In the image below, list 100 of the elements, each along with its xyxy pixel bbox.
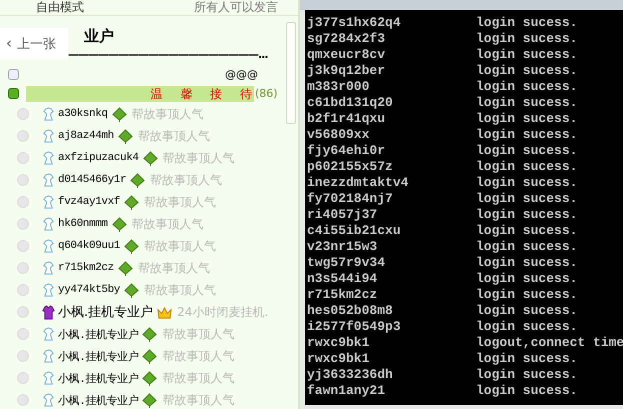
member-status: 帮故事顶人气	[144, 194, 216, 210]
channel-name: 业户	[84, 27, 114, 45]
collapse-icon[interactable]	[8, 88, 19, 99]
member-status: 24小时闭麦挂机.	[177, 304, 268, 320]
member-status: 帮故事顶人气	[162, 150, 235, 166]
scrollbar[interactable]	[286, 22, 296, 124]
person-icon	[42, 260, 55, 276]
member-name[interactable]: 小枫.挂机专业户	[58, 370, 138, 386]
mode-label[interactable]: 自由模式	[36, 1, 84, 14]
radio-icon[interactable]	[17, 174, 29, 186]
person-icon	[42, 128, 55, 144]
member-status: 帮故事顶人气	[144, 238, 216, 254]
leaf-icon	[142, 370, 158, 386]
member-name[interactable]: 小枫.挂机专业户	[58, 392, 138, 408]
permission-label: 所有人可以发言	[194, 1, 278, 14]
member-name[interactable]: aj8az44mh	[58, 130, 114, 142]
radio-icon[interactable]	[17, 108, 29, 120]
person-icon	[42, 216, 55, 232]
radio-icon[interactable]	[17, 262, 29, 274]
console-user: sg7284x2f3	[306, 31, 386, 47]
console-user: twg57r9v34	[306, 255, 386, 271]
member-status: 帮故事顶人气	[132, 106, 204, 122]
console-message: login sucess.	[476, 143, 578, 159]
member-status: 帮故事顶人气	[144, 282, 216, 298]
console-message: login sucess.	[476, 15, 578, 31]
radio-icon[interactable]	[17, 196, 29, 208]
member-name[interactable]: 小枫.挂机专业户	[58, 326, 138, 342]
console-user: yj3633236dh	[306, 367, 394, 383]
group-count: (86)	[255, 87, 278, 100]
previous-button[interactable]: ‹ 上一张	[0, 28, 68, 58]
console-user: c61bd131q20	[306, 95, 394, 111]
radio-icon[interactable]	[17, 284, 29, 296]
console-user: j3k9q12ber	[306, 63, 386, 79]
member-status: 帮故事顶人气	[150, 172, 222, 188]
member-name[interactable]: fvz4ay1vxf	[58, 196, 120, 208]
leaf-icon	[124, 238, 140, 254]
console-user: hes052b08m8	[306, 303, 394, 319]
console-message: login sucess.	[476, 127, 578, 143]
console-message: login sucess.	[476, 191, 578, 207]
console-user: ri4057j37	[306, 207, 378, 223]
member-name[interactable]: 小枫.挂机专业户	[58, 348, 138, 364]
radio-icon[interactable]	[17, 218, 29, 230]
console-user: fawn1any21	[306, 383, 386, 399]
leaf-icon	[112, 106, 127, 122]
console-user: rwxc9bk1	[306, 351, 370, 367]
radio-icon[interactable]	[17, 394, 29, 406]
member-status: 帮故事顶人气	[132, 216, 204, 232]
member-status: 帮故事顶人气	[162, 392, 234, 408]
console-message: login sucess.	[476, 287, 578, 303]
console-user: v56809xx	[306, 127, 370, 143]
radio-icon[interactable]	[17, 306, 29, 318]
leaf-icon	[124, 194, 140, 210]
member-status: 帮故事顶人气	[162, 326, 234, 342]
leaf-icon	[142, 348, 158, 364]
console-message: login sucess.	[476, 175, 578, 191]
console-user: b2f1r41qxu	[306, 111, 386, 127]
console-message: login sucess.	[476, 207, 578, 223]
leaf-icon	[112, 216, 127, 232]
radio-icon[interactable]	[17, 372, 29, 384]
console-message: login sucess.	[476, 79, 578, 95]
person-icon	[42, 282, 55, 298]
member-name[interactable]: yy474kt5by	[58, 284, 120, 296]
member-name[interactable]: a30ksnkq	[58, 108, 108, 120]
member-name[interactable]: q604k09uu1	[58, 240, 120, 252]
member-status: 帮故事顶人气	[162, 370, 234, 386]
console-user: inezzdmtaktv4	[306, 175, 410, 191]
console-message: login sucess.	[476, 47, 578, 63]
console-user: fjy64ehi0r	[306, 143, 386, 159]
member-name[interactable]: hk60nmmm	[58, 218, 108, 230]
radio-icon[interactable]	[17, 130, 29, 142]
console-user: v23nr15w3	[306, 239, 378, 255]
member-status: 帮故事顶人气	[138, 260, 210, 276]
toggle-icon[interactable]	[8, 68, 19, 80]
console-message: login sucess.	[476, 303, 578, 319]
console-message: login sucess.	[476, 383, 578, 399]
member-name[interactable]: axfzipuzacuk4	[58, 152, 139, 164]
person-icon	[42, 106, 55, 122]
console-user: qmxeucr8cv	[306, 47, 386, 63]
console-user: n3s544i94	[306, 271, 378, 287]
channel-tag: @@@	[225, 68, 258, 80]
member-name[interactable]: d0145466y1r	[58, 174, 126, 186]
console-message: login sucess.	[476, 367, 578, 383]
radio-icon[interactable]	[17, 350, 29, 362]
member-name[interactable]: 小枫.挂机专业户	[58, 303, 154, 321]
person-icon	[42, 172, 55, 188]
leaf-icon	[118, 128, 133, 144]
console-message: login sucess.	[476, 239, 578, 255]
console-message: login sucess.	[476, 111, 578, 127]
radio-icon[interactable]	[17, 240, 29, 252]
radio-icon[interactable]	[17, 152, 29, 164]
member-name[interactable]: r715km2cz	[58, 262, 114, 274]
console-user: fy702184nj7	[306, 191, 394, 207]
console-user: j377s1hx62q4	[306, 15, 402, 31]
console-user: m383r000	[306, 79, 370, 95]
leaf-icon	[142, 392, 158, 408]
radio-icon[interactable]	[17, 328, 29, 340]
member-status: 帮故事顶人气	[162, 348, 234, 364]
member-status: 帮故事顶人气	[138, 128, 210, 144]
console-message: login sucess.	[476, 319, 578, 335]
separator-text: ———————————————————...	[68, 48, 268, 61]
